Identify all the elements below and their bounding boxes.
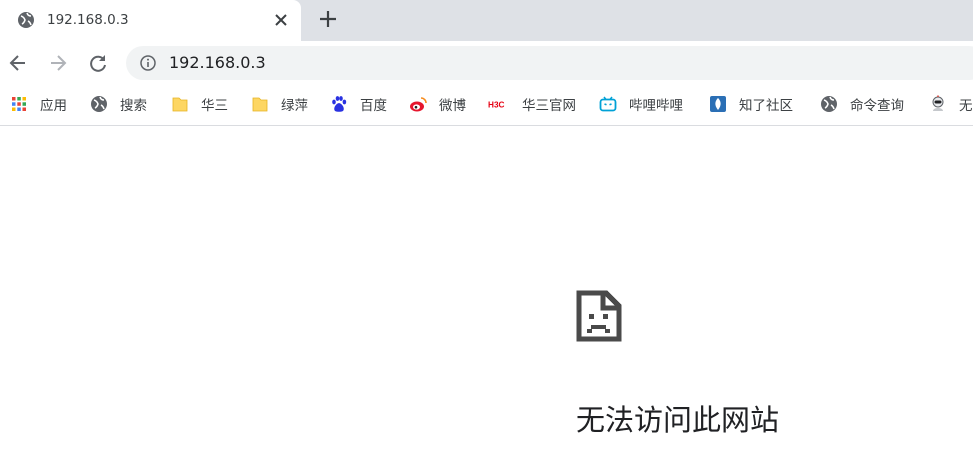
back-arrow-icon[interactable]: [7, 52, 29, 74]
bookmark-label: 无: [959, 98, 973, 114]
svg-text:H3C: H3C: [488, 101, 505, 110]
robot-icon: [932, 95, 944, 111]
bookmark-label: 哔哩哔哩: [629, 98, 683, 114]
new-tab-icon[interactable]: [317, 8, 339, 30]
forward-arrow-icon[interactable]: [47, 52, 69, 74]
address-bar[interactable]: 192.168.0.3: [126, 46, 973, 80]
close-icon[interactable]: [271, 10, 291, 30]
globe-icon: [91, 96, 107, 112]
bookmark-bilibili[interactable]: 哔哩哔哩: [599, 93, 683, 115]
tab-title: 192.168.0.3: [47, 12, 129, 28]
bookmark-command-query[interactable]: 命令查询: [820, 93, 904, 115]
apps-grid-icon: [12, 97, 26, 111]
globe-icon: [821, 96, 837, 112]
bookmark-label: 知了社区: [739, 98, 793, 114]
bookmark-robot[interactable]: 无: [929, 93, 973, 115]
folder-icon: [252, 97, 268, 112]
bookmark-label: 绿萍: [281, 98, 308, 114]
zhiliao-icon: [710, 96, 726, 112]
bookmark-folder-lvping[interactable]: 绿萍: [251, 93, 308, 115]
toolbar: 192.168.0.3: [0, 41, 973, 85]
bilibili-tv-icon: [599, 96, 617, 112]
h3c-logo-icon: H3C: [488, 101, 505, 110]
bookmark-label: 微博: [439, 98, 466, 114]
bookmark-baidu[interactable]: 百度: [330, 93, 387, 115]
globe-icon: [18, 12, 34, 28]
bookmark-label: 命令查询: [850, 98, 904, 114]
error-title: 无法访问此网站: [576, 403, 780, 437]
bookmark-label: 百度: [360, 98, 387, 114]
url-text[interactable]: 192.168.0.3: [169, 53, 266, 73]
bookmark-h3c-official[interactable]: H3C 华三官网: [488, 93, 576, 115]
baidu-paw-icon: [332, 96, 347, 112]
bookmark-label: 搜索: [120, 98, 147, 114]
bookmark-search[interactable]: 搜索: [90, 93, 147, 115]
bookmark-zhiliao[interactable]: 知了社区: [709, 93, 793, 115]
sad-page-icon: [576, 290, 622, 342]
tab-active[interactable]: 192.168.0.3: [0, 0, 301, 41]
bookmark-folder-h3c[interactable]: 华三: [171, 93, 228, 115]
bookmark-label: 应用: [40, 98, 67, 114]
weibo-icon: [410, 97, 427, 112]
reload-icon[interactable]: [87, 52, 109, 74]
info-icon[interactable]: [140, 55, 156, 71]
bookmark-label: 华三官网: [522, 98, 576, 114]
folder-icon: [172, 97, 188, 112]
tab-strip: 192.168.0.3: [0, 0, 973, 41]
bookmark-label: 华三: [201, 98, 228, 114]
bookmarks-bar: 应用 搜索 华三 绿萍 百度 微博 H3C 华三官网 哔哩哔哩 知了社区 命令查…: [0, 85, 973, 126]
bookmark-weibo[interactable]: 微博: [409, 93, 466, 115]
bookmark-apps[interactable]: 应用: [10, 93, 67, 115]
